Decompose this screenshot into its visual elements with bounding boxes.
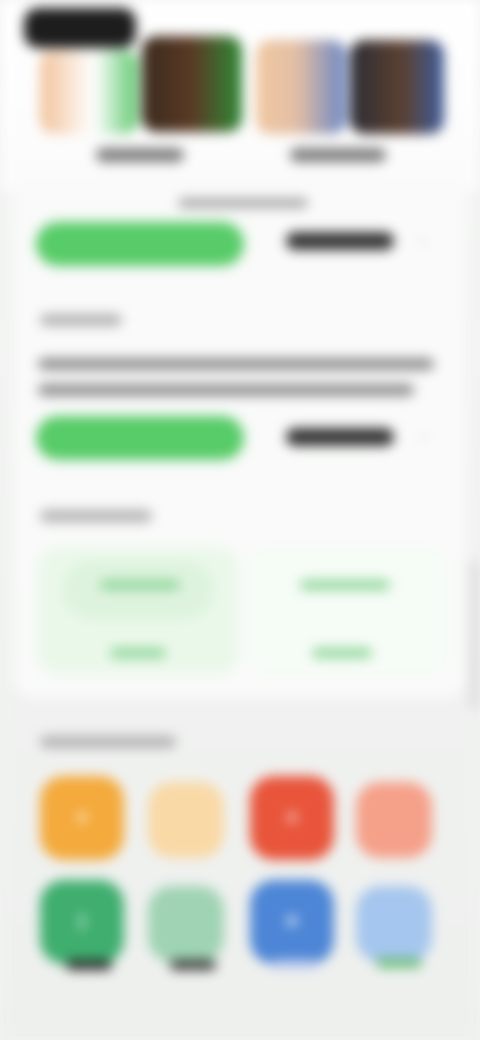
- app-blue-icon[interactable]: ✦: [250, 880, 334, 964]
- app-mint-icon[interactable]: [148, 886, 224, 962]
- description-line-1: [38, 358, 434, 370]
- app-glyph-icon: i: [78, 909, 86, 934]
- featured-thumbnail-4[interactable]: [350, 40, 444, 134]
- app-label: [170, 960, 216, 970]
- featured-label-1: [96, 148, 184, 162]
- app-green-icon[interactable]: i: [40, 880, 124, 964]
- section-title-1: [40, 314, 122, 326]
- app-label: [66, 960, 112, 970]
- tile-title: [100, 580, 180, 590]
- screen: › › + + i ✦: [0, 0, 480, 1040]
- app-label: [376, 958, 422, 968]
- featured-label-2: [290, 148, 386, 162]
- option-tile-1[interactable]: [38, 548, 238, 674]
- tile-title: [300, 580, 390, 590]
- secondary-action-button-1[interactable]: [286, 232, 394, 250]
- tile-subtitle: [110, 648, 166, 658]
- featured-thumbnail-2[interactable]: [142, 36, 242, 132]
- app-glyph-icon: +: [75, 805, 89, 830]
- app-label: [272, 960, 318, 970]
- chevron-right-icon: ›: [420, 232, 425, 248]
- secondary-action-button-2[interactable]: [286, 428, 394, 446]
- section-title-2: [40, 510, 152, 522]
- primary-action-button-1[interactable]: [36, 222, 244, 266]
- featured-thumbnail-3[interactable]: [256, 40, 346, 134]
- featured-banner: [0, 0, 480, 190]
- section-title-apps: [40, 736, 176, 748]
- chevron-right-icon: ›: [420, 428, 425, 444]
- back-button[interactable]: [24, 8, 136, 48]
- app-orange-icon[interactable]: +: [40, 776, 124, 860]
- primary-action-button-2[interactable]: [36, 416, 244, 460]
- app-lightblue-icon[interactable]: [356, 886, 432, 962]
- app-glyph-icon: ✦: [282, 909, 302, 934]
- tile-subtitle: [312, 648, 372, 658]
- app-salmon-icon[interactable]: [356, 782, 432, 858]
- description-line-2: [38, 384, 414, 396]
- app-peach-icon[interactable]: [148, 782, 224, 858]
- tile-highlight: [62, 560, 214, 620]
- app-glyph-icon: +: [285, 805, 299, 830]
- featured-thumbnail-1[interactable]: [40, 50, 138, 134]
- app-red-icon[interactable]: +: [250, 776, 334, 860]
- scrollbar[interactable]: [470, 560, 478, 710]
- option-tile-2[interactable]: [248, 548, 448, 674]
- card-caption: [178, 198, 308, 208]
